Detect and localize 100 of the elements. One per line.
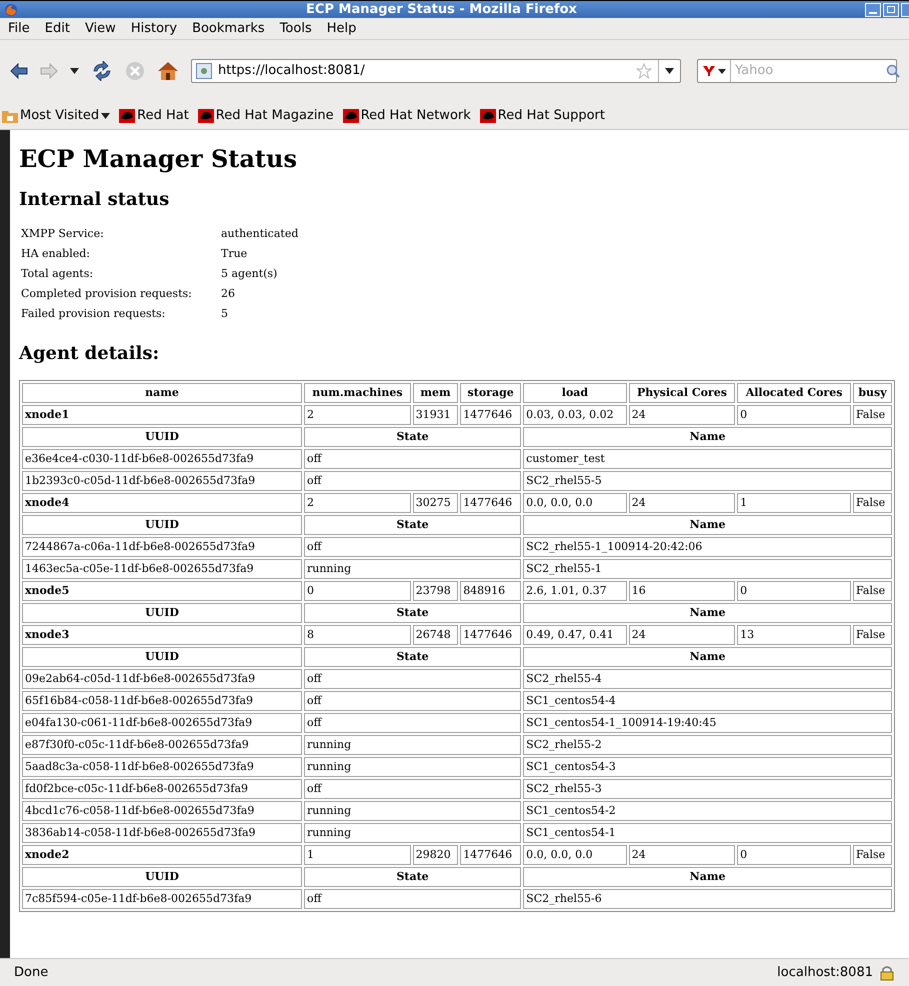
bookmark-folder[interactable]: Most Visited <box>2 106 110 126</box>
table-cell: off <box>304 691 522 711</box>
folder-icon <box>2 108 18 122</box>
table-cell: 1477646 <box>460 625 522 645</box>
table-cell: 1477646 <box>460 845 522 865</box>
sub-column-header: State <box>304 515 522 535</box>
table-cell: 2 <box>304 405 411 425</box>
page-title: ECP Manager Status <box>19 144 298 174</box>
table-cell: 30275 <box>412 493 458 513</box>
search-engine-icon[interactable] <box>702 65 716 77</box>
sub-column-header: UUID <box>22 515 302 535</box>
table-cell: SC2_rhel55-6 <box>523 889 892 909</box>
menu-item[interactable]: Help <box>326 18 356 38</box>
table-cell: 1463ec5a-c05e-11df-b6e8-002655d73fa9 <box>22 559 302 579</box>
column-header: load <box>523 383 627 403</box>
agent-name-cell: xnode5 <box>22 581 302 601</box>
table-cell: 7c85f594-c05e-11df-b6e8-002655d73fa9 <box>22 889 302 909</box>
caret-icon[interactable] <box>70 68 79 74</box>
dropdown-caret-icon[interactable] <box>665 68 674 74</box>
star-icon[interactable] <box>636 63 652 79</box>
bookmark-link[interactable]: Red Hat <box>119 106 189 126</box>
table-cell: running <box>304 559 522 579</box>
table-cell: 24 <box>628 845 736 865</box>
table-cell: 4bcd1c76-c058-11df-b6e8-002655d73fa9 <box>22 801 302 821</box>
column-header: Physical Cores <box>628 383 736 403</box>
minimize-button[interactable] <box>865 2 881 16</box>
column-header: name <box>22 383 302 403</box>
table-cell: running <box>304 735 522 755</box>
column-header: Allocated Cores <box>737 383 851 403</box>
table-cell: SC2_rhel55-4 <box>523 669 892 689</box>
table-cell: 13 <box>737 625 851 645</box>
table-cell: 0.0, 0.0, 0.0 <box>523 493 627 513</box>
sub-column-header: UUID <box>22 647 302 667</box>
sub-column-header: State <box>304 867 522 887</box>
hat-logo-icon <box>480 108 496 122</box>
url-text: https://localhost:8081/ <box>218 62 366 80</box>
table-cell: customer_test <box>523 449 892 469</box>
table-cell: SC2_rhel55-3 <box>523 779 892 799</box>
table-cell: SC1_centos54-2 <box>523 801 892 821</box>
menu-item[interactable]: Bookmarks <box>192 18 265 38</box>
site-identity-icon <box>196 63 212 79</box>
caret-icon <box>101 112 110 118</box>
bookmark-link[interactable]: Red Hat Magazine <box>198 106 334 126</box>
hat-logo-icon <box>342 108 359 122</box>
sub-column-header: UUID <box>22 427 302 447</box>
table-cell: False <box>853 845 892 865</box>
table-cell: running <box>304 801 522 821</box>
search-field[interactable]: Yahoo <box>697 59 897 83</box>
table-cell: 3836ab14-c058-11df-b6e8-002655d73fa9 <box>22 823 302 843</box>
table-cell: off <box>304 713 522 733</box>
menu-item[interactable]: Edit <box>44 18 70 38</box>
table-cell: fd0f2bce-c05c-11df-b6e8-002655d73fa9 <box>22 779 302 799</box>
column-header: mem <box>412 383 458 403</box>
table-cell: 65f16b84-c058-11df-b6e8-002655d73fa9 <box>22 691 302 711</box>
table-cell: 09e2ab64-c05d-11df-b6e8-002655d73fa9 <box>22 669 302 689</box>
bookmark-link[interactable]: Red Hat Support <box>480 106 605 126</box>
table-cell: 24 <box>628 405 736 425</box>
table-cell: False <box>853 493 892 513</box>
caret-icon[interactable] <box>718 68 726 74</box>
table-cell: off <box>304 889 522 909</box>
table-cell: 0 <box>737 845 851 865</box>
status-value: 5 agent(s) <box>221 266 278 282</box>
maximize-button[interactable] <box>883 2 899 16</box>
agent-name-cell: xnode3 <box>22 625 302 645</box>
agent-name-cell: xnode2 <box>22 845 302 865</box>
sub-column-header: Name <box>523 603 892 623</box>
status-label: Completed provision requests: <box>21 286 193 302</box>
back-arrow-icon[interactable] <box>10 63 28 79</box>
menu-item[interactable]: View <box>84 18 116 38</box>
address-bar[interactable]: https://localhost:8081/ <box>191 59 681 83</box>
table-cell: 26748 <box>412 625 458 645</box>
home-icon[interactable] <box>157 61 179 81</box>
sub-column-header: Name <box>523 867 892 887</box>
status-label: HA enabled: <box>21 246 92 262</box>
menu-item[interactable]: File <box>8 18 30 38</box>
search-icon[interactable] <box>886 64 900 78</box>
table-cell: False <box>853 581 892 601</box>
table-cell: SC1_centos54-1 <box>523 823 892 843</box>
sub-column-header: State <box>304 603 522 623</box>
table-cell: 0.0, 0.0, 0.0 <box>523 845 627 865</box>
reload-icon[interactable] <box>91 61 113 81</box>
table-cell: 2 <box>304 493 411 513</box>
status-host: localhost:8081 <box>777 964 873 982</box>
sub-column-header: Name <box>523 427 892 447</box>
bookmark-link[interactable]: Red Hat Network <box>342 106 471 126</box>
table-cell: 848916 <box>460 581 522 601</box>
table-cell: 0.03, 0.03, 0.02 <box>523 405 627 425</box>
table-cell: SC1_centos54-4 <box>523 691 892 711</box>
section-heading: Agent details: <box>19 342 160 366</box>
table-cell: False <box>853 625 892 645</box>
table-cell: 29820 <box>412 845 458 865</box>
table-cell: SC2_rhel55-1 <box>523 559 892 579</box>
agent-name-cell: xnode4 <box>22 493 302 513</box>
search-input[interactable]: Yahoo <box>731 61 886 81</box>
menu-item[interactable]: Tools <box>280 18 312 38</box>
sub-column-header: UUID <box>22 603 302 623</box>
table-cell: SC2_rhel55-5 <box>523 471 892 491</box>
column-header: storage <box>460 383 522 403</box>
table-cell: running <box>304 757 522 777</box>
menu-item[interactable]: History <box>130 18 178 38</box>
